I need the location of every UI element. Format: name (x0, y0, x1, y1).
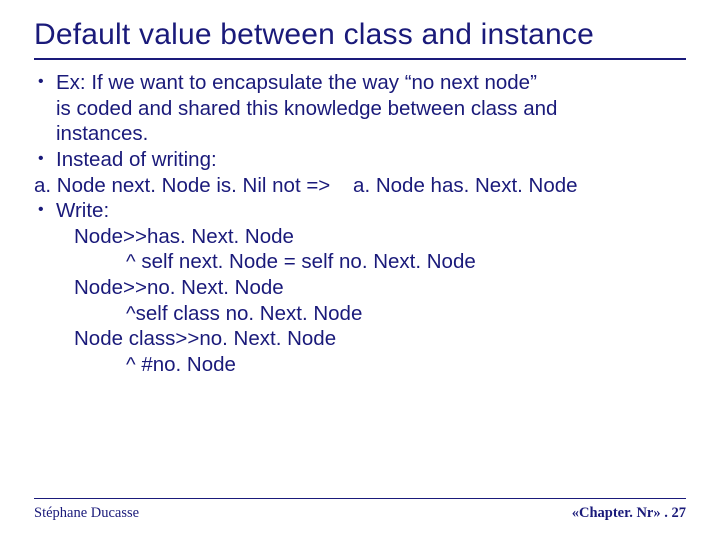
bullet-3-line-1: Write: (56, 198, 686, 224)
slide-body: Ex: If we want to encapsulate the way “n… (34, 70, 686, 378)
footer-rule (34, 498, 686, 499)
bullet-3-code-3: Node>>no. Next. Node (74, 275, 686, 301)
bullet-2-line-1: Instead of writing: (56, 147, 686, 173)
bullet-1-line-2: is coded and shared this knowledge betwe… (56, 96, 686, 122)
slide-footer: Stéphane Ducasse «Chapter. Nr» . 27 (34, 498, 686, 522)
bullet-1-line-3: instances. (56, 121, 686, 147)
footer-author: Stéphane Ducasse (34, 505, 139, 522)
footer-pageref: «Chapter. Nr» . 27 (572, 505, 686, 522)
bullet-3-code-1: Node>>has. Next. Node (74, 224, 686, 250)
bullet-2-code: a. Node next. Node is. Nil not => a. Nod… (34, 173, 686, 199)
title-rule (34, 58, 686, 60)
bullet-3-code-6: ^ #no. Node (126, 352, 686, 378)
bullet-1-line-1: Ex: If we want to encapsulate the way “n… (56, 70, 686, 96)
footer-row: Stéphane Ducasse «Chapter. Nr» . 27 (34, 505, 686, 522)
bullet-3-code-4: ^self class no. Next. Node (126, 301, 686, 327)
bullet-3-code-2: ^ self next. Node = self no. Next. Node (126, 249, 686, 275)
bullet-3-code-5: Node class>>no. Next. Node (74, 326, 686, 352)
slide-title: Default value between class and instance (34, 18, 686, 52)
slide: Default value between class and instance… (0, 0, 720, 540)
